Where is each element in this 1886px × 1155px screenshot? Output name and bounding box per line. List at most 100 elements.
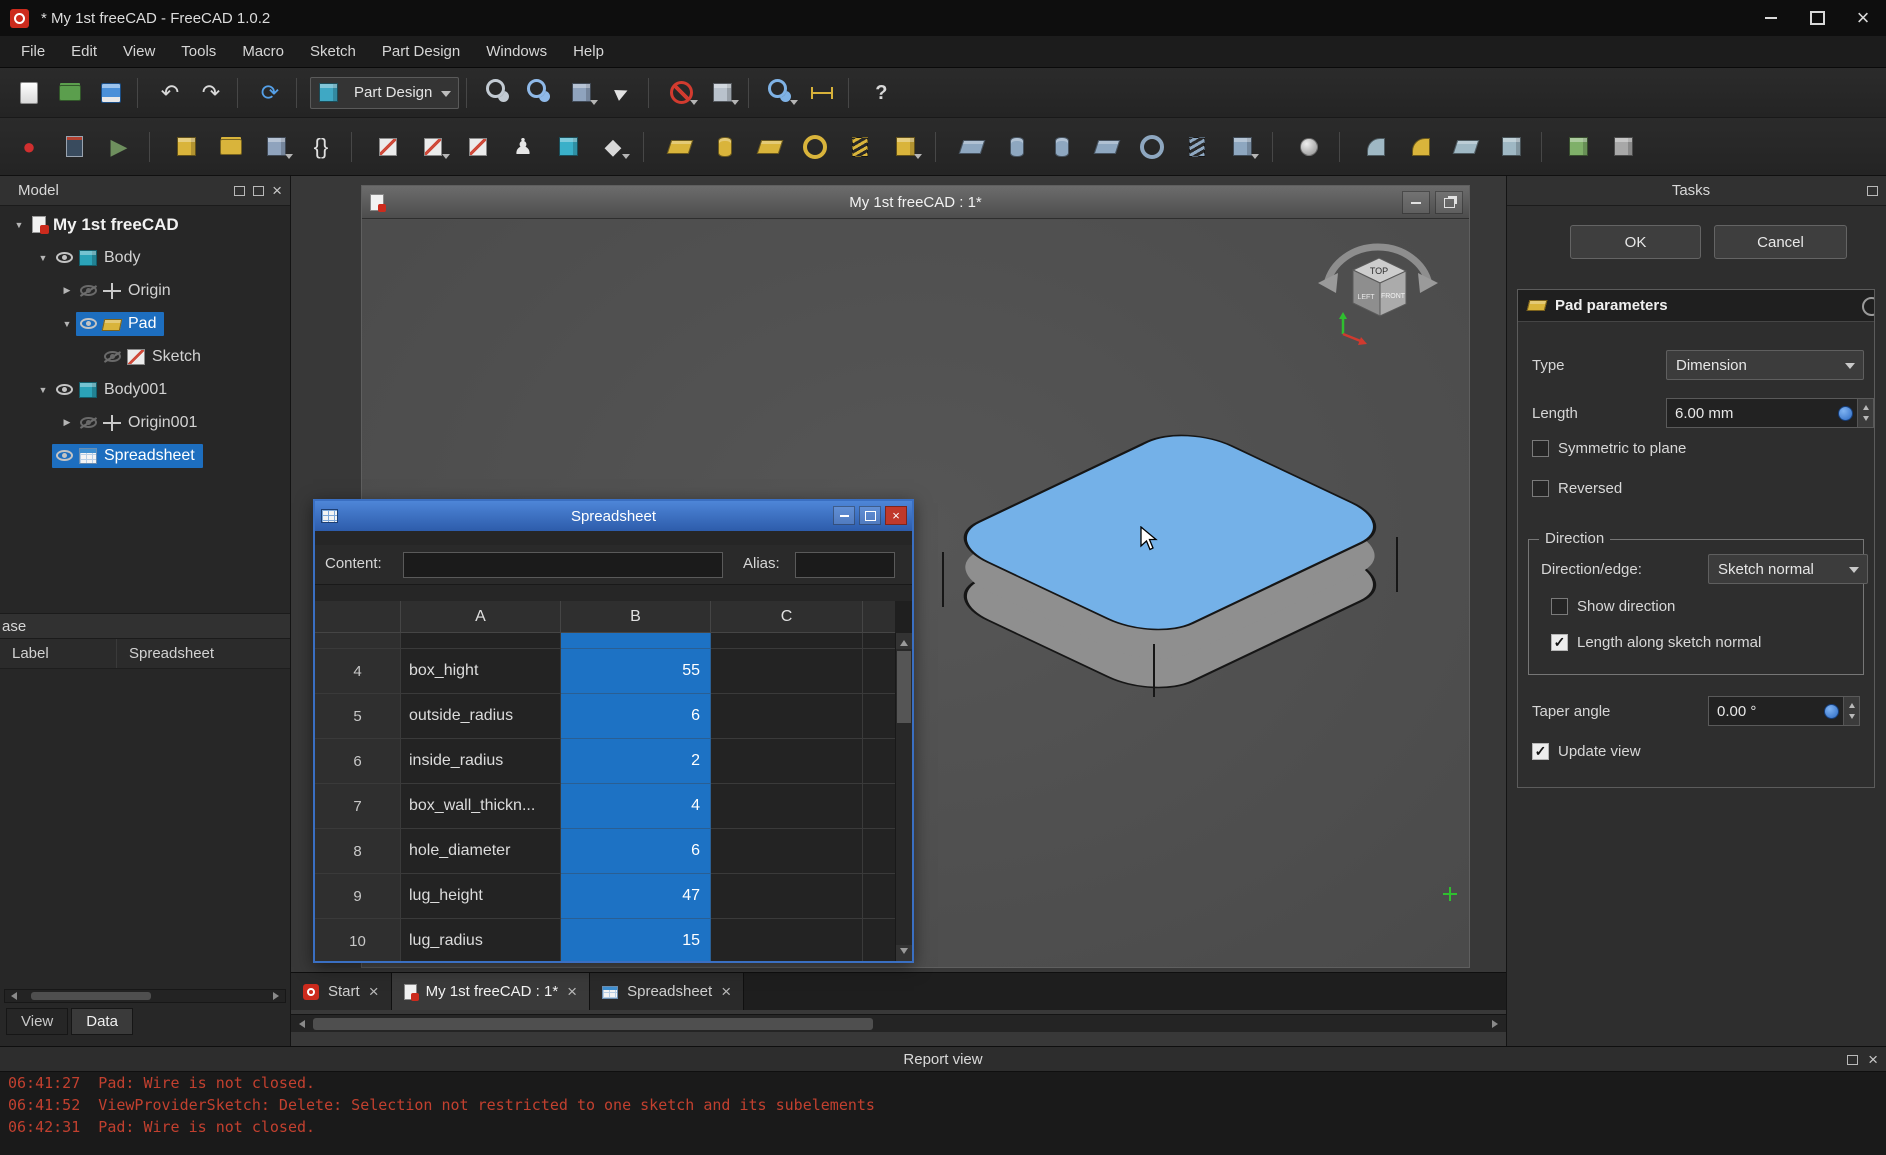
cell-b[interactable]: 4 [561,784,711,829]
expression-binding-icon[interactable] [1824,704,1839,719]
cell-c[interactable] [711,633,863,649]
sheet-maximize-button[interactable] [859,506,881,525]
whats-this-button[interactable]: ? [862,74,900,112]
linear-pattern-button[interactable] [1604,128,1642,166]
report-close-icon[interactable]: × [1868,1051,1878,1068]
scroll-right-icon[interactable] [1488,1015,1506,1032]
cell-b[interactable]: 15 [561,919,711,961]
symmetric-checkbox[interactable] [1532,440,1549,457]
shape-binder-button[interactable] [549,128,587,166]
cell-b[interactable]: 2 [561,739,711,784]
cell-extra[interactable] [863,784,895,829]
mdi-hscrollbar[interactable] [291,1014,1506,1032]
cell-c[interactable] [711,784,863,829]
dock-float-icon[interactable] [253,186,264,196]
length-spinbox[interactable]: 6.00 mm [1666,398,1874,428]
row-header[interactable]: 8 [315,829,401,874]
menu-item[interactable]: Edit [58,36,110,67]
expander-icon[interactable] [58,319,76,329]
cell-a[interactable]: box_hight [401,649,561,694]
tab-view[interactable]: View [6,1008,68,1035]
scroll-up-icon[interactable] [896,633,912,649]
macro-execute-button[interactable]: ▶ [100,128,138,166]
cell-extra[interactable] [863,633,895,649]
expression-binding-icon[interactable] [1838,406,1853,421]
pocket-button[interactable] [953,128,991,166]
sheet-minimize-button[interactable] [833,506,855,525]
close-button[interactable]: × [1840,0,1886,36]
new-document-button[interactable] [10,74,48,112]
row-header[interactable]: 5 [315,694,401,739]
cell-extra[interactable] [863,829,895,874]
boolean-operation-button[interactable] [1290,128,1328,166]
type-dropdown[interactable]: Dimension [1666,350,1864,380]
scrollbar-thumb[interactable] [897,651,911,723]
refresh-button[interactable]: ⟳ [251,74,289,112]
scroll-left-icon[interactable] [5,990,19,1002]
tree-item-spreadsheet[interactable]: Spreadsheet [0,439,290,472]
spreadsheet-titlebar[interactable]: Spreadsheet × [315,501,912,531]
expander-icon[interactable] [34,253,52,263]
link-navigation-button[interactable] [603,74,641,112]
revolve-button[interactable] [706,128,744,166]
direction-edge-dropdown[interactable]: Sketch normal [1708,554,1868,584]
column-header[interactable]: C [711,601,863,633]
hole-button[interactable] [998,128,1036,166]
cell-c[interactable] [711,739,863,784]
create-datum-button[interactable]: ◆ [594,128,632,166]
tree-item-sketch[interactable]: Sketch [0,340,290,373]
row-header[interactable]: 10 [315,919,401,961]
row-header[interactable]: 7 [315,784,401,829]
redo-button[interactable]: ↷ [192,74,230,112]
menu-item[interactable]: Windows [473,36,560,67]
draw-style-button[interactable] [662,74,700,112]
tree-item-origin001[interactable]: Origin001 [0,406,290,439]
sheet-vscrollbar[interactable] [895,633,912,961]
show-direction-checkbox[interactable] [1551,598,1568,615]
cell-c[interactable] [711,829,863,874]
content-input[interactable] [403,552,723,578]
tree-item-document[interactable]: My 1st freeCAD [0,208,290,241]
row-header[interactable]: 6 [315,739,401,784]
link-actions-button[interactable] [257,128,295,166]
open-document-button[interactable] [51,74,89,112]
expression-editor-button[interactable]: {} [302,128,340,166]
spin-up-icon[interactable] [1858,399,1873,413]
bounding-box-button[interactable] [703,74,741,112]
cell-b[interactable]: 55 [561,649,711,694]
expander-icon[interactable] [34,385,52,395]
cell-a[interactable]: inside_radius [401,739,561,784]
cell-c[interactable] [711,919,863,961]
corner-header-cell[interactable] [315,601,401,633]
doc-tab-document[interactable]: My 1st freeCAD : 1* × [392,973,590,1010]
menu-item[interactable]: Sketch [297,36,369,67]
menu-item[interactable]: Macro [229,36,297,67]
cell-a[interactable]: box_wall_thickn... [401,784,561,829]
tree-item-body001[interactable]: Body001 [0,373,290,406]
tab-data[interactable]: Data [71,1008,133,1035]
cell-b[interactable]: 6 [561,694,711,739]
sheet-close-button[interactable]: × [885,506,907,525]
scroll-right-icon[interactable] [271,990,285,1002]
spin-down-icon[interactable] [1844,711,1859,725]
create-group-button[interactable] [212,128,250,166]
attach-sketch-button[interactable] [414,128,452,166]
alias-input[interactable] [795,552,895,578]
cell-a[interactable]: lug_height [401,874,561,919]
cell-c[interactable] [711,649,863,694]
expander-icon[interactable] [58,417,76,428]
cell-a[interactable]: outside_radius [401,694,561,739]
groove-button[interactable] [1043,128,1081,166]
cell-extra[interactable] [863,694,895,739]
expander-icon[interactable] [10,220,28,230]
cell-b[interactable]: 47 [561,874,711,919]
scrollbar-thumb[interactable] [313,1018,873,1030]
Label[interactable]: Label Spreadsheet [0,639,290,669]
macro-record-button[interactable]: ● [10,128,48,166]
spin-up-icon[interactable] [1844,697,1859,711]
pad-solid[interactable] [930,411,1410,721]
subtractive-loft-button[interactable] [1088,128,1126,166]
cell-extra[interactable] [863,739,895,784]
tab-close-icon[interactable]: × [567,983,577,1000]
scroll-down-icon[interactable] [896,945,912,961]
